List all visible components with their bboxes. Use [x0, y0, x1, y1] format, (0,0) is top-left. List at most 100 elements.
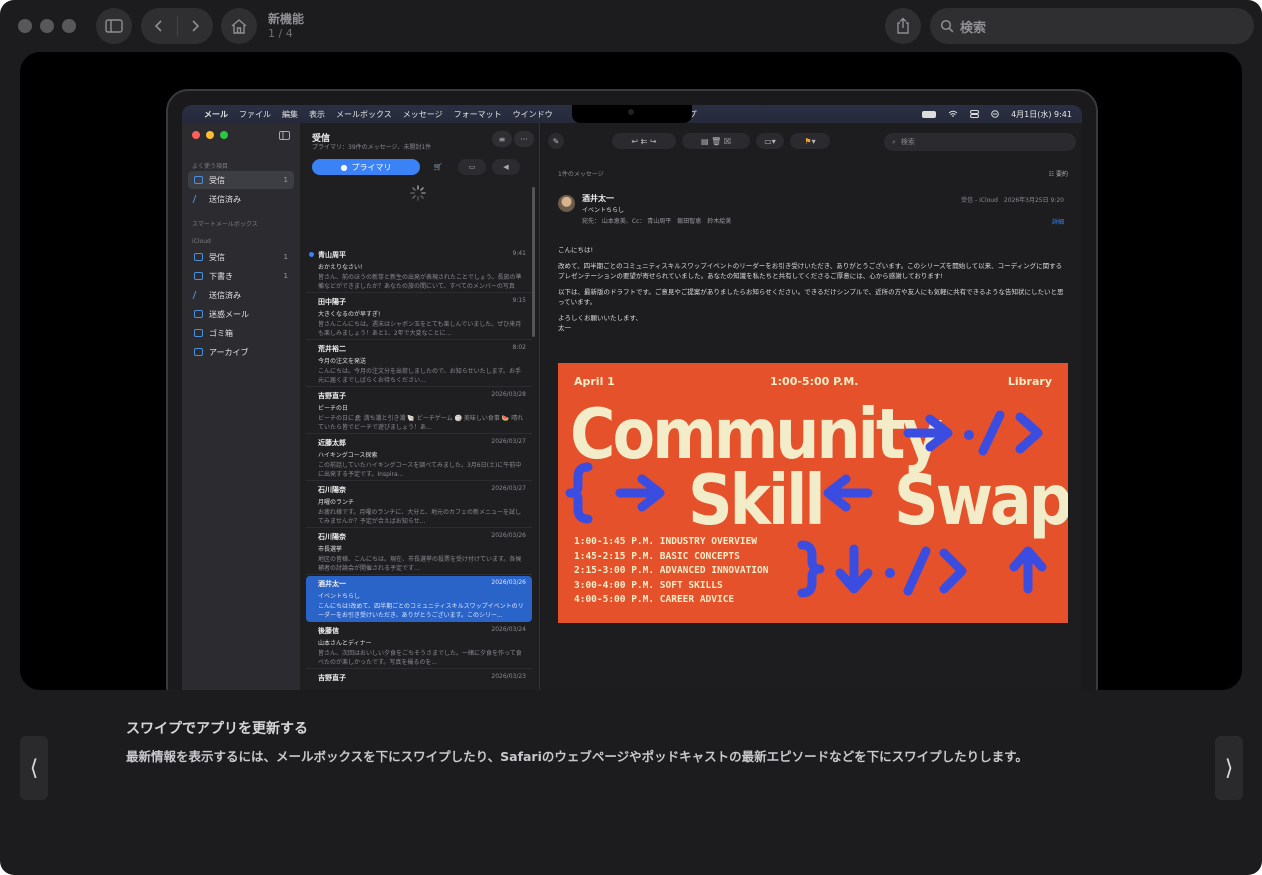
magnifier-icon: ⌕ — [892, 137, 896, 146]
move-folder-icon: ▭▾ — [756, 133, 784, 149]
message-preview: ビーチの日に🏖 満ち潮と引き潮 🐚 ビーチゲーム 🏐 美味しい食事 🍉 晴れてい… — [318, 415, 524, 431]
search-placeholder: 検索 — [960, 20, 987, 36]
tab-primary-label: プライマリ — [351, 162, 392, 172]
control-center-icon — [970, 110, 980, 118]
search-field[interactable]: 検索 — [930, 8, 1254, 44]
paperplane-icon — [192, 195, 205, 203]
flyer-schedule: 1:00-1:45 P.M. INDUSTRY OVERVIEW 1:45-2:1… — [574, 535, 768, 608]
chevron-right-icon — [192, 20, 200, 32]
smart-mailbox-header: スマートメールボックス — [192, 221, 258, 228]
forward-button[interactable] — [178, 8, 214, 44]
message-date: 9:15 — [512, 297, 526, 304]
share-button[interactable] — [885, 8, 921, 44]
chevron-left-icon — [154, 20, 162, 32]
message-preview: こんにちは。今月の注文分を出荷しましたので、お知らせいたします。お手元に届くまで… — [318, 368, 522, 384]
message-date: 2026/03/23 — [491, 673, 526, 680]
filter-icon: ≡ — [492, 131, 512, 147]
message-preview: 皆さんこんにちは。週末はシャボン玉をとても楽しんでいました。ぜひ来月も楽しみまし… — [318, 321, 522, 337]
message-subject: 山本さんとディナー — [318, 640, 372, 647]
message-row: 石川陽奈 2026/03/27 月曜のランチ お疲れ様です。月曜のランチに、大分… — [306, 482, 532, 528]
message-sender: 青山周平 — [318, 251, 346, 259]
tray-icon — [194, 176, 203, 184]
cart-icon: 🛒 — [433, 163, 443, 171]
previous-tip-button[interactable]: ⟨ — [20, 736, 48, 800]
next-tip-button[interactable]: ⟩ — [1215, 736, 1243, 800]
summarize-button: ☷ 要約 — [1049, 169, 1068, 178]
forward-icon: ↪ — [649, 136, 657, 146]
message-row: 吉野直子 2026/03/23 — [306, 670, 532, 690]
menu-edit: 編集 — [282, 109, 298, 119]
sidebar-item-label: 下書き — [209, 271, 233, 281]
sidebar-item-trash: ゴミ箱 — [188, 324, 294, 342]
close-window-button[interactable] — [18, 19, 32, 33]
message-subject: 今月の注文を発送 — [318, 358, 367, 365]
message-subject: 市長選挙 — [318, 546, 343, 553]
unread-dot — [309, 252, 314, 257]
document-icon — [194, 272, 203, 280]
mail-search-placeholder: 検索 — [900, 138, 915, 146]
menu-format: フォーマット — [453, 109, 502, 119]
minimize-window-button[interactable] — [40, 19, 54, 33]
schedule-item: 2:15-3:00 P.M. ADVANCED INNOVATION — [574, 565, 769, 576]
sidebar-item-sent: 送信済み — [188, 190, 294, 208]
draft-count: 1 — [283, 272, 288, 280]
message-date: 2026/03/27 — [491, 438, 526, 445]
list-scrollbar — [532, 187, 535, 337]
schedule-item: 1:45-2:15 P.M. BASIC CONCEPTS — [574, 550, 740, 562]
back-button[interactable] — [141, 8, 177, 44]
menu-mailbox: メールボックス — [336, 109, 392, 119]
person-icon: ● — [340, 162, 348, 172]
window-toolbar: 新機能 1 / 4 検索 — [0, 0, 1262, 52]
message-row: 近藤太郎 2026/03/27 ハイキングコース探索 この前話していたハイキング… — [306, 435, 532, 481]
details-link: 詳細 — [1051, 219, 1064, 226]
mail-sidebar-icon — [279, 131, 290, 140]
body-paragraph: 以下は、最新版のドラフトです。ご意見やご提案がありましたらお知らせください。でき… — [558, 288, 1064, 306]
back-forward-control — [141, 8, 213, 44]
zoom-window-button[interactable] — [62, 19, 76, 33]
trash-icon: 🗑 — [711, 136, 722, 146]
mailbox-subtitle: プライマリ：39件のメッセージ、未開封1件 — [312, 144, 432, 151]
trash-icon — [194, 329, 203, 337]
message-subject: ビーチの日 — [318, 405, 349, 412]
message-row: 荒井裕二 8:02 今月の注文を発送 こんにちは。今月の注文分を出荷しましたので… — [306, 341, 532, 387]
body-paragraph: こんにちは! — [558, 246, 594, 254]
schedule-item: 4:00-5:00 P.M. CAREER ADVICE — [574, 594, 735, 605]
message-date: 9:41 — [512, 250, 526, 257]
summarize-icon: ☷ — [1048, 171, 1055, 178]
tray-icon — [194, 253, 203, 261]
mail-app-window: よく使う項目 受信 1 送信済み スマートメールボックス iCloud 受信 1… — [182, 123, 1082, 690]
paperplane-icon — [192, 291, 205, 299]
message-preview: 皆さん、次回はおいしい夕食をごちそうさまでした。一緒に夕食を作って食べたのが楽し… — [318, 650, 522, 666]
email-body: こんにちは! 改めて、四半期ごとのコミュニティスキルスワップイベントのリーダーを… — [558, 245, 1068, 339]
tip-description: 最新情報を表示するには、メールボックスを下にスワイプしたり、Safariのウェブ… — [126, 749, 1028, 764]
reply-icon: ↩ — [631, 136, 639, 146]
message-row-selected: 酒井太一 2026/03/26 イベントちらし こんにちは!改めて、四半期ごとの… — [306, 576, 532, 622]
megaphone-icon: ◀ — [492, 159, 520, 175]
menu-file: ファイル — [239, 109, 271, 119]
status-icons: 4月1日(水) 9:41 — [922, 105, 1072, 123]
message-list: 受信 プライマリ：39件のメッセージ、未開封1件 ≡ ··· ● プライマリ 🛒… — [300, 123, 540, 690]
message-date: 2026/03/24 — [491, 626, 526, 633]
mail-minimize-light — [206, 131, 214, 139]
battery-icon — [922, 110, 937, 118]
message-sender: 田中陽子 — [318, 298, 346, 306]
mail-sidebar: よく使う項目 受信 1 送信済み スマートメールボックス iCloud 受信 1… — [182, 123, 300, 690]
sender-name: 酒井太一 — [582, 194, 614, 203]
icloud-header: iCloud — [192, 238, 211, 245]
home-button[interactable] — [221, 8, 257, 44]
mail-zoom-light — [220, 131, 228, 139]
chevron-left-icon: ⟨ — [29, 755, 39, 781]
schedule-item: 1:00-1:45 P.M. INDUSTRY OVERVIEW — [574, 536, 758, 547]
sidebar-toggle-button[interactable] — [96, 8, 132, 44]
chevron-right-icon: ⟩ — [1224, 755, 1234, 781]
sidebar-item-label: アーカイブ — [209, 347, 249, 357]
menu-window: ウインドウ — [512, 109, 553, 119]
sidebar-item-inbox: 受信 1 — [188, 171, 294, 189]
message-date: 2026/03/28 — [491, 391, 526, 398]
message-date: 2026/03/26 — [491, 579, 526, 586]
loading-spinner-icon — [410, 185, 426, 201]
message-row: 石川陽奈 2026/03/26 市長選挙 地区の皆様、こんにちは。現在、市長選挙… — [306, 529, 532, 575]
message-date: 2026/03/27 — [491, 485, 526, 492]
sidebar-item-icloud-inbox: 受信 1 — [188, 248, 294, 266]
message-preview: 皆さん、前のほうの新芽と新生の出発が表現されたことでしょう。長旅の準備などができ… — [318, 274, 522, 290]
